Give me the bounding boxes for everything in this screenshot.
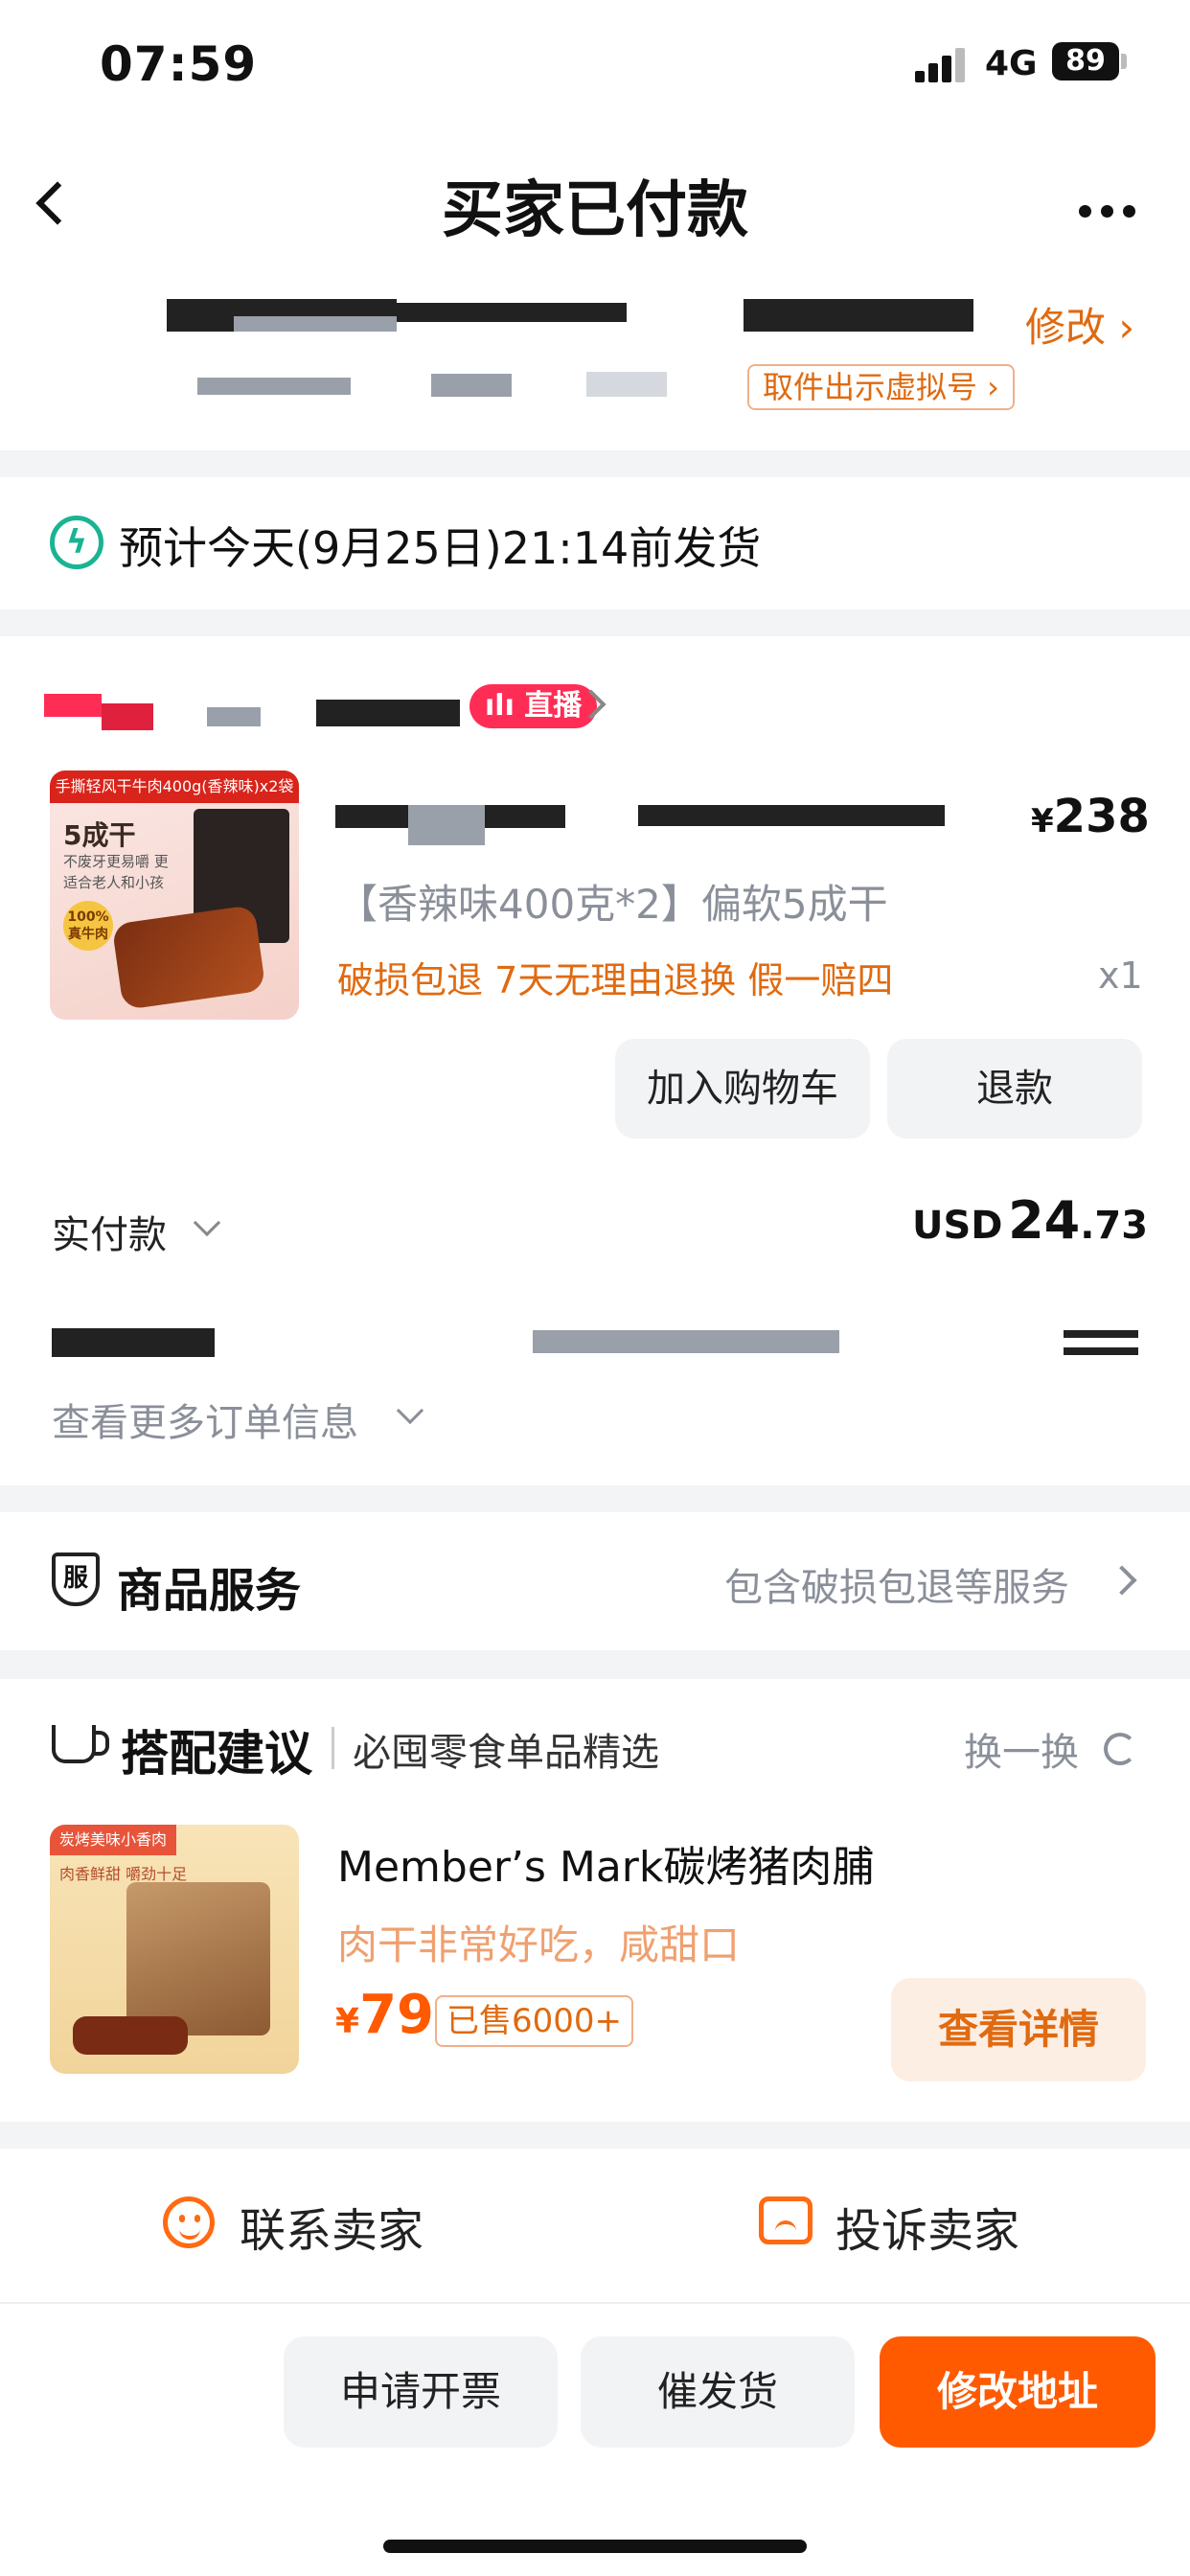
product-thumbnail[interactable]: 手撕轻风干牛肉400g(香辣味)x2袋 5成干 不废牙更易嚼 更适合老人和小孩 … [50, 770, 299, 1020]
thumb-subtitle: 不废牙更易嚼 更适合老人和小孩 [63, 853, 169, 891]
page-title: 买家已付款 [442, 175, 748, 246]
request-invoice-button[interactable]: 申请开票 [284, 2336, 558, 2448]
refresh-button[interactable]: 换一换 [964, 1721, 1079, 1777]
product-quantity: x1 [1098, 954, 1143, 997]
redacted-block [744, 299, 973, 332]
refund-button[interactable]: 退款 [887, 1039, 1142, 1138]
complain-seller-button[interactable]: 投诉卖家 [835, 2193, 1019, 2260]
live-badge-label: 直播 [524, 689, 583, 723]
paid-label[interactable]: 实付款 [52, 1204, 167, 1259]
redacted-block [102, 703, 153, 730]
coffee-cup-icon [52, 1725, 109, 1763]
view-details-button[interactable]: 查看详情 [891, 1978, 1146, 2082]
service-card[interactable]: 服 商品服务 包含破损包退等服务 [0, 1512, 1190, 1650]
redacted-block [397, 303, 627, 322]
shipping-text: 预计今天(9月25日)21:14前发货 [119, 522, 762, 574]
thumb-badge: 100% 真牛肉 [63, 901, 113, 951]
redacted-block [207, 707, 261, 726]
recommend-card: 搭配建议 必囤零食单品精选 换一换 炭烤美味小香肉 肉香鲜甜 嚼劲十足 Memb… [0, 1679, 1190, 2122]
modify-address-button[interactable]: 修改地址 [880, 2336, 1156, 2448]
edit-address-link[interactable]: 修改 › [1025, 295, 1134, 354]
urge-shipping-button[interactable]: 催发货 [581, 2336, 855, 2448]
redacted-block [1064, 1330, 1138, 1338]
pork-jerky-image [73, 2016, 188, 2055]
status-time: 07:59 [100, 36, 258, 92]
beef-jerky-image [111, 904, 266, 1010]
recommend-title: 搭配建议 [121, 1726, 312, 1782]
redacted-block [408, 805, 485, 845]
more-icon[interactable] [1079, 203, 1135, 221]
sold-count-badge: 已售6000+ [435, 1995, 634, 2047]
recommend-thumbnail[interactable]: 炭烤美味小香肉 肉香鲜甜 嚼劲十足 [50, 1825, 299, 2074]
redacted-block [638, 805, 945, 826]
chevron-down-icon[interactable] [193, 1208, 221, 1237]
recommend-price: ¥79 [335, 1984, 434, 2046]
redacted-block [586, 372, 667, 397]
divider [332, 1727, 334, 1769]
add-to-cart-button[interactable]: 加入购物车 [615, 1039, 870, 1138]
shipping-estimate: ϟ 预计今天(9月25日)21:14前发货 [0, 477, 1190, 610]
thumb-tag: 炭烤美味小香肉 [50, 1825, 177, 1855]
bottom-action-bar: 申请开票 催发货 修改地址 [0, 2302, 1190, 2576]
redacted-block [197, 378, 351, 395]
recommend-description: 肉干非常好吃，咸甜口 [337, 1921, 741, 1968]
recommend-product-name[interactable]: Member’s Mark碳烤猪肉脯 [337, 1832, 874, 1894]
signal-icon [915, 48, 967, 82]
redacted-block [44, 694, 102, 717]
nav-bar: 买家已付款 [0, 134, 1190, 278]
battery-icon: 89 [1052, 42, 1119, 80]
more-order-info-link[interactable]: 查看更多订单信息 [52, 1392, 358, 1447]
order-card: ılı 直播 手撕轻风干牛肉400g(香辣味)x2袋 5成干 不废牙更易嚼 更适… [0, 636, 1190, 1485]
thumb-subtitle: 肉香鲜甜 嚼劲十足 [59, 1865, 188, 1883]
product-sku: 【香辣味400克*2】偏软5成干 [337, 881, 888, 928]
package-image [126, 1882, 270, 2036]
status-bar: 07:59 4G 89 [0, 0, 1190, 134]
service-description[interactable]: 包含破损包退等服务 [724, 1556, 1069, 1612]
redacted-block [431, 374, 512, 397]
redacted-block [1064, 1347, 1138, 1355]
virtual-number-button[interactable]: 取件出示虚拟号 › [747, 364, 1015, 410]
lightning-icon: ϟ [50, 516, 103, 569]
complain-icon[interactable] [759, 2196, 812, 2244]
redacted-block [533, 1330, 839, 1353]
redacted-block [234, 316, 397, 332]
battery-tip [1121, 54, 1127, 69]
contact-seller-icon[interactable] [163, 2196, 215, 2248]
service-shield-icon: 服 [52, 1552, 100, 1606]
contact-seller-button[interactable]: 联系卖家 [240, 2193, 423, 2260]
refresh-icon[interactable] [1104, 1733, 1136, 1765]
service-title: 商品服务 [117, 1564, 302, 1618]
home-indicator[interactable] [383, 2540, 807, 2553]
chevron-right-icon[interactable] [1107, 1565, 1137, 1596]
live-bars-icon: ılı [485, 689, 525, 723]
product-guarantees: 破损包退 7天无理由退换 假一赔四 [337, 959, 894, 1001]
redacted-block [52, 1328, 215, 1357]
contact-bar: 联系卖家 投诉卖家 [0, 2149, 1190, 2302]
paid-amount: USD 24.73 [912, 1190, 1149, 1251]
redacted-block [316, 700, 460, 726]
network-type: 4G [985, 44, 1038, 83]
thumb-banner: 手撕轻风干牛肉400g(香辣味)x2袋 [50, 770, 299, 803]
recommend-subtitle: 必囤零食单品精选 [353, 1731, 659, 1775]
product-price: ¥238 [1031, 790, 1150, 843]
thumb-title: 5成干 [63, 819, 136, 851]
address-card[interactable]: 修改 › 取件出示虚拟号 › [0, 278, 1190, 450]
chevron-down-icon[interactable] [396, 1396, 424, 1425]
